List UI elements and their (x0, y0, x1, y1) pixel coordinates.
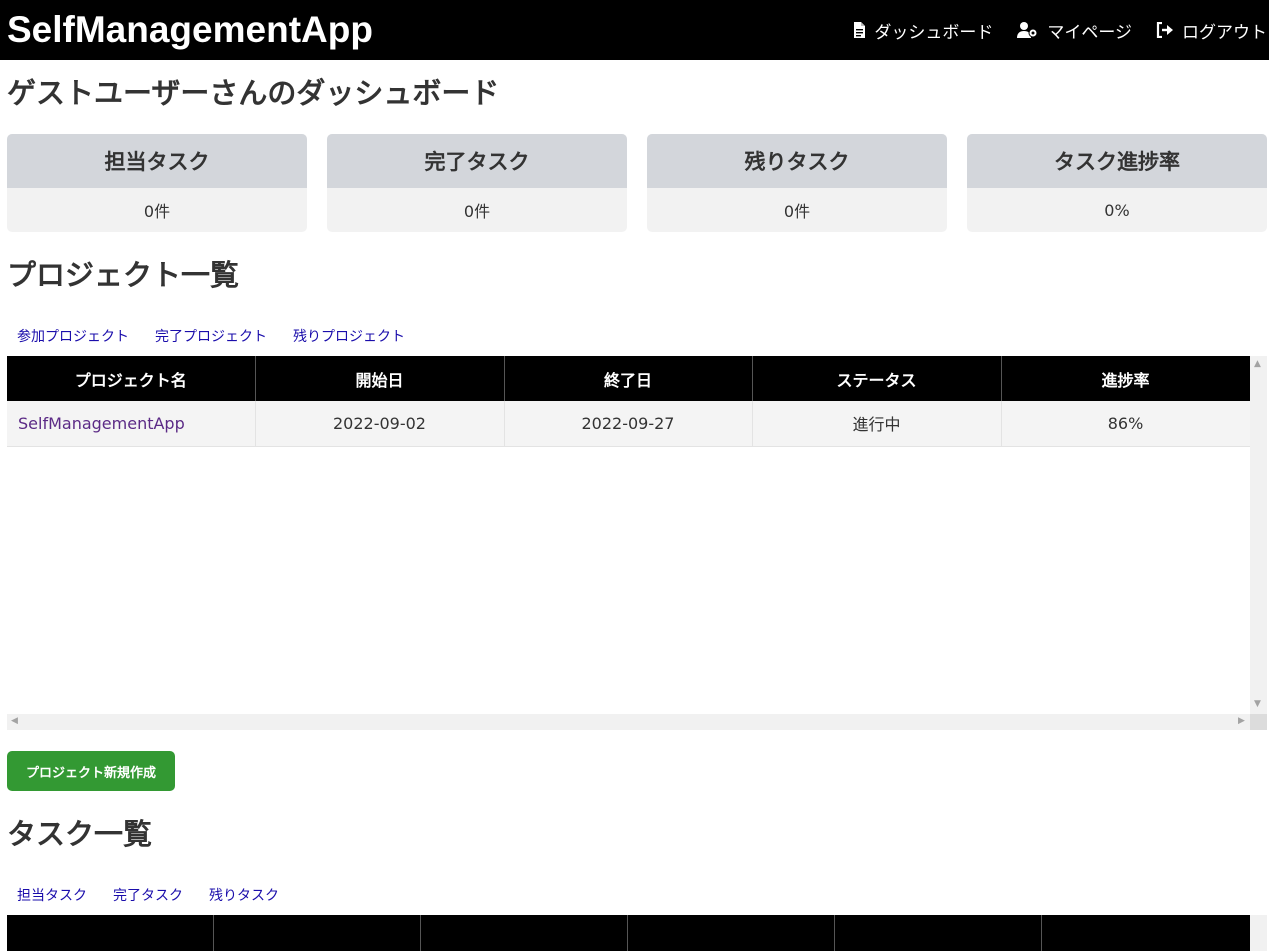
tasks-section-title: タスク一覧 (7, 817, 153, 851)
stat-label: 完了タスク (327, 134, 627, 188)
horizontal-scrollbar[interactable]: ◀ ▶ (7, 714, 1250, 730)
nav-links: ダッシュボード マイページ ログアウト (829, 18, 1267, 43)
user-gear-icon (1017, 22, 1038, 38)
column-header-status[interactable]: ステータス (752, 356, 1002, 401)
task-column-header[interactable] (628, 915, 835, 951)
tab-remaining-tasks[interactable]: 残りタスク (209, 885, 279, 905)
scroll-up-arrow-icon[interactable]: ▲ (1254, 360, 1261, 369)
scroll-right-arrow-icon[interactable]: ▶ (1238, 717, 1245, 726)
task-column-header[interactable] (1042, 915, 1250, 951)
stat-value: 0件 (783, 202, 811, 221)
page-title: ゲストユーザーさんのダッシュボード (7, 76, 500, 110)
nav-dashboard-link[interactable]: ダッシュボード (853, 18, 993, 43)
stat-label: タスク進捗率 (967, 134, 1267, 188)
task-column-header[interactable] (7, 915, 214, 951)
project-progress: 86% (1001, 401, 1250, 447)
column-header-start-date[interactable]: 開始日 (255, 356, 505, 401)
table-header-row: プロジェクト名 開始日 終了日 ステータス 進捗率 (7, 356, 1250, 401)
stats-cards: 担当タスク 0件 完了タスク 0件 残りタスク 0件 タスク進捗率 0% (7, 134, 1267, 232)
projects-table: プロジェクト名 開始日 終了日 ステータス 進捗率 SelfManagement… (7, 356, 1250, 447)
app-brand[interactable]: SelfManagementApp (7, 9, 373, 51)
logout-icon (1156, 22, 1173, 38)
stat-label: 残りタスク (647, 134, 947, 188)
project-start-date: 2022-09-02 (255, 401, 505, 447)
tab-assigned-tasks[interactable]: 担当タスク (17, 885, 87, 905)
scrollbar-corner (1250, 714, 1267, 730)
tasks-vertical-scrollbar[interactable] (1250, 915, 1267, 951)
tab-completed-tasks[interactable]: 完了タスク (113, 885, 183, 905)
projects-table-viewport: プロジェクト名 開始日 終了日 ステータス 進捗率 SelfManagement… (7, 356, 1250, 714)
stat-value: 0% (1104, 200, 1130, 220)
projects-table-container: プロジェクト名 開始日 終了日 ステータス 進捗率 SelfManagement… (7, 356, 1267, 730)
stat-label: 担当タスク (7, 134, 307, 188)
project-end-date: 2022-09-27 (504, 401, 753, 447)
tab-joined-projects[interactable]: 参加プロジェクト (17, 326, 129, 346)
top-navbar: SelfManagementApp ダッシュボード マイページ ログアウト (0, 0, 1269, 60)
document-icon (854, 22, 866, 38)
task-column-header[interactable] (214, 915, 421, 951)
task-filter-tabs: 担当タスク 完了タスク 残りタスク (17, 885, 305, 905)
scroll-left-arrow-icon[interactable]: ◀ (11, 717, 18, 726)
column-header-progress[interactable]: 進捗率 (1001, 356, 1250, 401)
stat-card-completed-tasks: 完了タスク 0件 (327, 134, 627, 232)
tab-remaining-projects[interactable]: 残りプロジェクト (293, 326, 405, 346)
tab-completed-projects[interactable]: 完了プロジェクト (155, 326, 267, 346)
tasks-table-header (7, 915, 1250, 951)
nav-dashboard-label: ダッシュボード (874, 22, 994, 43)
table-row: SelfManagementApp 2022-09-02 2022-09-27 … (7, 401, 1250, 447)
vertical-scrollbar[interactable]: ▲ ▼ (1250, 356, 1267, 714)
stat-card-remaining-tasks: 残りタスク 0件 (647, 134, 947, 232)
column-header-project-name[interactable]: プロジェクト名 (7, 356, 256, 401)
project-status: 進行中 (752, 401, 1002, 447)
nav-logout-label: ログアウト (1182, 22, 1267, 43)
project-filter-tabs: 参加プロジェクト 完了プロジェクト 残りプロジェクト (17, 326, 431, 346)
column-header-end-date[interactable]: 終了日 (504, 356, 753, 401)
nav-logout-link[interactable]: ログアウト (1156, 18, 1267, 43)
stat-value: 0件 (463, 202, 491, 221)
stat-value: 0件 (143, 202, 171, 221)
projects-section-title: プロジェクト一覧 (7, 258, 240, 292)
project-name-link[interactable]: SelfManagementApp (7, 401, 256, 447)
stat-card-task-progress: タスク進捗率 0% (967, 134, 1267, 232)
nav-mypage-label: マイページ (1047, 22, 1132, 43)
task-column-header[interactable] (421, 915, 628, 951)
new-project-button[interactable]: プロジェクト新規作成 (7, 751, 175, 791)
stat-card-assigned-tasks: 担当タスク 0件 (7, 134, 307, 232)
nav-mypage-link[interactable]: マイページ (1017, 18, 1132, 43)
task-column-header[interactable] (835, 915, 1042, 951)
scroll-down-arrow-icon[interactable]: ▼ (1254, 700, 1261, 709)
